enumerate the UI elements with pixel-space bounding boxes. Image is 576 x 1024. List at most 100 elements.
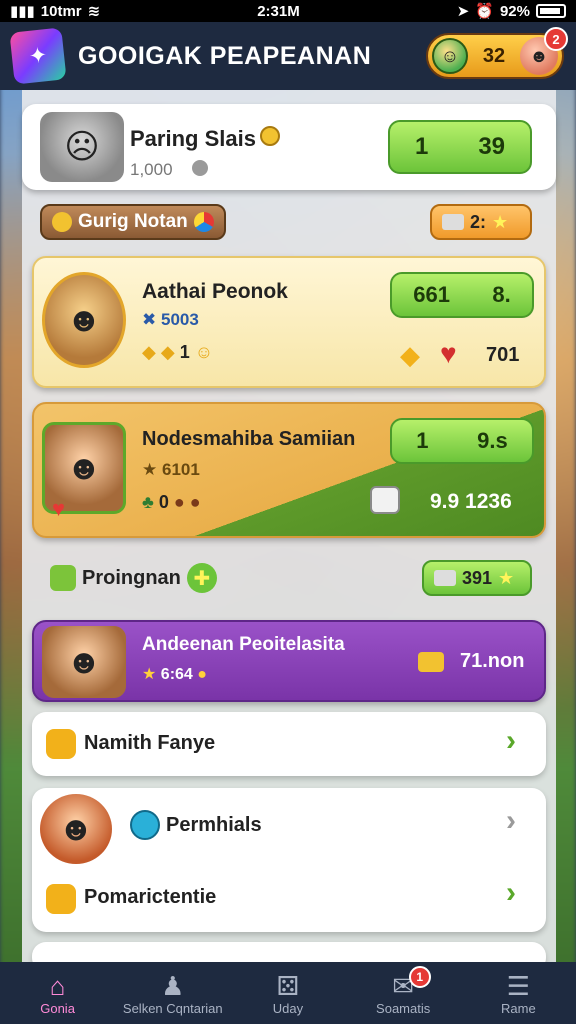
location-icon: ➤ bbox=[456, 3, 470, 20]
featured-stat: ★ 6:64 ● bbox=[142, 666, 207, 683]
notification-badge[interactable]: 2 bbox=[544, 27, 568, 51]
card2-title: Nodesmahiba Samiian bbox=[142, 428, 356, 450]
row2-label[interactable]: Permhials bbox=[166, 814, 262, 837]
app-logo[interactable]: ✦ bbox=[9, 27, 67, 85]
section-gurig-notan[interactable]: Gurig Notan bbox=[40, 204, 226, 240]
card2-values: 9.9 1236 bbox=[430, 490, 512, 513]
card1-title: Aathai Peonok bbox=[142, 280, 288, 303]
gem-blue-icon bbox=[130, 810, 160, 840]
nav-social[interactable]: ♟ Selken Cqntarian bbox=[115, 962, 230, 1024]
player-card-2[interactable]: ☻ ♥ Nodesmahiba Samiian ★ 6101 ♣ 0 ● ● 1… bbox=[32, 402, 546, 538]
leaf-icon: ♣ bbox=[142, 492, 154, 512]
card1-right-value: 701 bbox=[486, 344, 520, 366]
bag-icon: ● bbox=[173, 492, 185, 512]
nav-label: Gonia bbox=[40, 1000, 75, 1016]
profile-sub-value: 1,000 bbox=[130, 160, 173, 179]
messages-badge: 1 bbox=[408, 966, 431, 988]
box-icon bbox=[370, 486, 400, 514]
section2-reward-tag[interactable]: 391 ★ bbox=[422, 560, 532, 596]
coin-value: 32 bbox=[482, 44, 506, 67]
bottom-nav: ⌂ Gonia ♟ Selken Cqntarian ⚄ Uday ✉ Soam… bbox=[0, 962, 576, 1024]
profile-name: Paring Slais bbox=[130, 126, 256, 151]
smile-icon: ☺ bbox=[194, 342, 214, 362]
ticket-gold-icon bbox=[418, 652, 444, 672]
chest-icon bbox=[46, 884, 76, 914]
profile-score-button[interactable]: 1 39 bbox=[388, 120, 532, 174]
coin-icon: ☺ bbox=[432, 38, 468, 74]
card1-resources: ◆ ◆ 1 ☺ bbox=[142, 342, 214, 362]
alarm-icon: ⏰ bbox=[475, 3, 494, 20]
trophy-icon bbox=[192, 160, 208, 176]
score-left: 1 bbox=[414, 133, 429, 160]
users-icon: ♟ bbox=[161, 970, 185, 1001]
app-header: ✦ GOOIGAK PEAPEANAN ☺ 32 ☻ 2 bbox=[0, 22, 576, 90]
featured-title: Andeenan Peoitelasita bbox=[142, 634, 345, 655]
section-label: Gurig Notan bbox=[78, 211, 188, 232]
warrior-avatar: ☻ bbox=[40, 794, 112, 864]
section1-reward-tag[interactable]: 2: ★ bbox=[430, 204, 532, 240]
card2-stat: ★ 6101 bbox=[142, 460, 200, 479]
star-icon: ★ bbox=[142, 666, 157, 683]
profile-card[interactable]: ☹ Paring Slais 1,000 1 39 bbox=[22, 104, 556, 190]
cross-icon: ✖ bbox=[142, 310, 157, 329]
coin-balance-pill[interactable]: ☺ 32 ☻ 2 bbox=[426, 27, 568, 79]
card1-score-button[interactable]: 661 8. bbox=[390, 272, 534, 318]
wifi-icon: ≋ bbox=[87, 3, 101, 20]
nav-messages[interactable]: ✉ Soamatis 1 bbox=[346, 962, 461, 1024]
card2-resources: ♣ 0 ● ● bbox=[142, 492, 201, 512]
content-panel: ☹ Paring Slais 1,000 1 39 Gurig Notan 2:… bbox=[22, 90, 556, 972]
section-proingnan[interactable]: Proingnan ✚ bbox=[40, 560, 230, 596]
chevron-right-icon[interactable]: › bbox=[506, 876, 516, 910]
reward-value: 391 bbox=[462, 567, 493, 588]
featured-avatar: ☻ bbox=[42, 626, 126, 698]
card2-score-button[interactable]: 1 9.s bbox=[390, 418, 534, 464]
player-card-1[interactable]: ☻ Aathai Peonok ✖ 5003 ◆ ◆ 1 ☺ 661 8. ◆ … bbox=[32, 256, 546, 388]
gem-icon: ◆ bbox=[142, 342, 156, 362]
bag-icon: ● bbox=[189, 492, 201, 512]
section2-label: Proingnan bbox=[82, 566, 181, 589]
medal-icon bbox=[260, 126, 280, 146]
chest-icon bbox=[46, 729, 76, 759]
card1-stat: ✖ 5003 bbox=[142, 310, 199, 329]
nav-label: Selken Cqntarian bbox=[122, 1000, 223, 1016]
featured-right-value: 71.non bbox=[460, 650, 525, 672]
nav-label: Uday bbox=[272, 1000, 304, 1016]
ticket-icon bbox=[442, 214, 464, 230]
menu-row-1[interactable]: Namith Fanye › bbox=[32, 712, 546, 776]
battery-icon bbox=[536, 4, 566, 18]
nav-play[interactable]: ⚄ Uday bbox=[230, 962, 345, 1024]
menu-row-group: ☻ Permhials › Pomarictentie › bbox=[32, 788, 546, 932]
puzzle-icon: ✚ bbox=[186, 563, 217, 593]
home-icon: ⌂ bbox=[49, 970, 66, 1001]
carrier-label: 10tmr bbox=[40, 2, 82, 20]
row1-label: Namith Fanye bbox=[84, 732, 216, 754]
battery-percent: 92% bbox=[499, 2, 530, 20]
coin-icon bbox=[52, 212, 72, 232]
chevron-right-icon[interactable]: › bbox=[506, 804, 516, 838]
trophy-gold-icon: ◆ bbox=[400, 340, 420, 370]
gem-icon: ◆ bbox=[160, 342, 175, 362]
nav-label: Soamatis bbox=[376, 1000, 431, 1016]
star-icon: ★ bbox=[492, 211, 509, 232]
nav-home[interactable]: ⌂ Gonia bbox=[0, 962, 115, 1024]
star-icon: ★ bbox=[142, 460, 158, 479]
heart-icon: ♥ bbox=[440, 338, 457, 369]
nav-label: Rame bbox=[501, 1000, 536, 1016]
coin-icon: ● bbox=[197, 666, 207, 683]
nav-menu[interactable]: ☰ Rame bbox=[461, 962, 576, 1024]
ticket-icon bbox=[434, 570, 456, 586]
signal-icon: ▮▮▮ bbox=[10, 3, 35, 20]
star-icon: ★ bbox=[498, 567, 515, 588]
player-avatar-1: ☻ bbox=[42, 272, 126, 368]
featured-card[interactable]: ☻ Andeenan Peoitelasita ★ 6:64 ● 71.non bbox=[32, 620, 546, 702]
app-title: GOOIGAK PEAPEANAN bbox=[78, 41, 372, 70]
dice-icon: ⚄ bbox=[276, 970, 300, 1001]
status-bar: ▮▮▮ 10tmr ≋ 2:31M ➤ ⏰ 92% bbox=[0, 0, 576, 22]
heart-badge-icon: ♥ bbox=[52, 496, 66, 521]
chevron-right-icon[interactable]: › bbox=[506, 724, 516, 758]
cash-icon bbox=[50, 565, 76, 591]
row3-label[interactable]: Pomarictentie bbox=[84, 886, 216, 909]
clock: 2:31M bbox=[257, 2, 300, 20]
score-right: 39 bbox=[478, 133, 506, 160]
menu-icon: ☰ bbox=[506, 970, 530, 1001]
